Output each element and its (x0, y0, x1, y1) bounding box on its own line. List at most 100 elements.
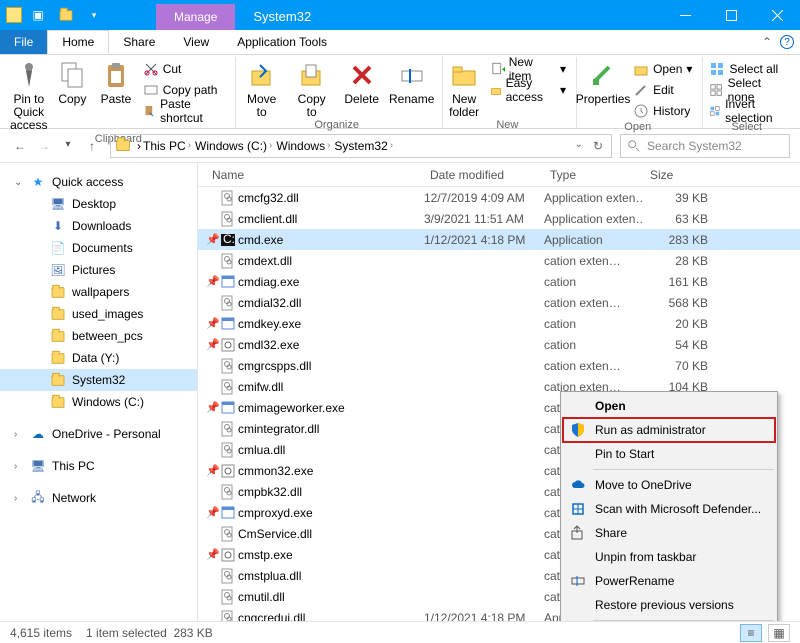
paste-shortcut-button[interactable]: Paste shortcut (141, 101, 227, 121)
breadcrumb[interactable]: This PC› (143, 139, 191, 153)
file-row[interactable]: cmgrcspps.dllcation exten…70 KB (198, 355, 800, 376)
context-menu-item[interactable]: PowerRename (563, 569, 775, 593)
file-icon (220, 337, 238, 353)
file-icon (220, 610, 238, 622)
file-icon: C:\ (220, 232, 238, 248)
file-icon (220, 295, 238, 311)
ribbon-tab-share[interactable]: Share (109, 30, 169, 54)
ribbon-tab-apptools[interactable]: Application Tools (223, 30, 341, 54)
copy-to-button[interactable]: Copy to (290, 59, 334, 119)
file-row[interactable]: cmclient.dll3/9/2021 11:51 AMApplication… (198, 208, 800, 229)
context-menu-item[interactable]: Share (563, 521, 775, 545)
ribbon-group-organize: Organize (240, 119, 434, 133)
qat-newfolder-icon[interactable] (54, 3, 78, 27)
tree-item[interactable]: between_pcs (0, 325, 197, 347)
breadcrumb[interactable]: Windows (C:)› (195, 139, 272, 153)
context-menu-item[interactable]: Scan with Microsoft Defender... (563, 497, 775, 521)
history-button[interactable]: History (631, 101, 694, 121)
address-bar[interactable]: › This PC›Windows (C:)›Windows›System32›… (110, 134, 612, 158)
file-icon (220, 190, 238, 206)
address-folder-icon (116, 140, 130, 151)
ribbon-group-new: New (447, 119, 568, 133)
address-dropdown-icon[interactable]: ⌄ (575, 139, 583, 153)
breadcrumb[interactable]: Windows› (276, 139, 330, 153)
context-menu-item[interactable]: Pin to Start (563, 442, 775, 466)
edit-button[interactable]: Edit (631, 80, 694, 100)
move-to-button[interactable]: Move to (240, 59, 284, 119)
tree-network[interactable]: ›🖧Network (0, 487, 197, 509)
forward-button[interactable]: → (34, 139, 54, 153)
copy-button[interactable]: Copy (54, 59, 92, 106)
close-button[interactable] (754, 0, 800, 30)
ribbon-tab-home[interactable]: Home (47, 30, 109, 54)
invert-selection-button[interactable]: Invert selection (707, 101, 786, 121)
up-button[interactable]: ↑ (82, 139, 102, 153)
view-large-icons-button[interactable]: ▦ (768, 624, 790, 642)
easy-access-button[interactable]: Easy access ▾ (488, 80, 568, 100)
network-icon: 🖧 (30, 490, 46, 506)
tree-quick-access[interactable]: ⌄★Quick access (0, 171, 197, 193)
paste-button[interactable]: Paste (97, 59, 135, 106)
column-header-date[interactable]: Date modified (424, 163, 544, 186)
tree-item[interactable]: wallpapers (0, 281, 197, 303)
tree-item[interactable]: 🖥Desktop (0, 193, 197, 215)
minimize-button[interactable] (662, 0, 708, 30)
column-header-name[interactable]: Name (206, 163, 424, 186)
tree-item[interactable]: Data (Y:) (0, 347, 197, 369)
ribbon-tab-file[interactable]: File (0, 30, 47, 54)
file-row[interactable]: 📌cmdkey.execation20 KB (198, 313, 800, 334)
rename-button[interactable]: Rename (390, 59, 434, 106)
rename-icon (569, 572, 587, 590)
cut-button[interactable]: Cut (141, 59, 227, 79)
ribbon-tab-view[interactable]: View (169, 30, 223, 54)
column-header-size[interactable]: Size (644, 163, 714, 186)
file-icon (220, 484, 238, 500)
file-row[interactable]: cmcfg32.dll12/7/2019 4:09 AMApplication … (198, 187, 800, 208)
refresh-button[interactable]: ↻ (593, 139, 603, 153)
recent-locations-button[interactable]: ▾ (58, 139, 78, 153)
properties-button[interactable]: Properties (581, 59, 625, 106)
tree-item[interactable]: used_images (0, 303, 197, 325)
ribbon-tabs: File Home Share View Application Tools ⌃… (0, 30, 800, 55)
file-icon (220, 358, 238, 374)
qat-customize-icon[interactable]: ▾ (82, 3, 106, 27)
context-menu-item[interactable]: Move to OneDrive (563, 473, 775, 497)
ribbon-collapse-icon[interactable]: ⌃ (762, 35, 772, 49)
context-menu-item[interactable]: Run as administrator (563, 418, 775, 442)
context-menu: OpenRun as administratorPin to Start Move… (560, 391, 778, 621)
breadcrumb[interactable]: System32› (334, 139, 393, 153)
nav-tree[interactable]: ⌄★Quick access 🖥Desktop⬇Downloads📄Docume… (0, 163, 198, 621)
tree-item[interactable]: 📄Documents (0, 237, 197, 259)
context-menu-item[interactable]: Open (563, 394, 775, 418)
search-input[interactable]: Search System32 (620, 134, 790, 158)
file-row[interactable]: 📌cmdiag.execation161 KB (198, 271, 800, 292)
tree-item[interactable]: ⬇Downloads (0, 215, 197, 237)
contextual-tab-manage[interactable]: Manage (156, 4, 235, 30)
cloud-icon (569, 476, 587, 494)
tree-onedrive[interactable]: ›☁OneDrive - Personal (0, 423, 197, 445)
context-menu-item[interactable]: Restore previous versions (563, 593, 775, 617)
tree-thispc[interactable]: ›🖥This PC (0, 455, 197, 477)
file-row[interactable]: cmdext.dllcation exten…28 KB (198, 250, 800, 271)
svg-text:✦: ✦ (500, 65, 505, 77)
tree-item[interactable]: 🖼Pictures (0, 259, 197, 281)
column-header-type[interactable]: Type (544, 163, 644, 186)
file-row[interactable]: 📌cmdl32.execation54 KB (198, 334, 800, 355)
new-folder-button[interactable]: New folder (447, 59, 482, 119)
open-button[interactable]: Open ▾ (631, 59, 694, 79)
help-icon[interactable]: ? (780, 35, 794, 49)
maximize-button[interactable] (708, 0, 754, 30)
context-menu-item[interactable]: Unpin from taskbar (563, 545, 775, 569)
file-list-pane: Name Date modified Type Size cmcfg32.dll… (198, 163, 800, 621)
file-row[interactable]: 📌C:\cmd.exe1/12/2021 4:18 PMApplication2… (198, 229, 800, 250)
delete-button[interactable]: Delete (340, 59, 384, 106)
back-button[interactable]: ← (10, 139, 30, 153)
view-details-button[interactable]: ≡ (740, 624, 762, 642)
file-icon (220, 463, 238, 479)
tree-item[interactable]: System32 (0, 369, 197, 391)
pin-to-quick-access-button[interactable]: Pin to Quick access (10, 59, 48, 133)
file-row[interactable]: cmdial32.dllcation exten…568 KB (198, 292, 800, 313)
qat-properties-icon[interactable]: ▣ (26, 3, 50, 27)
tree-item[interactable]: Windows (C:) (0, 391, 197, 413)
blank-icon (569, 445, 587, 463)
